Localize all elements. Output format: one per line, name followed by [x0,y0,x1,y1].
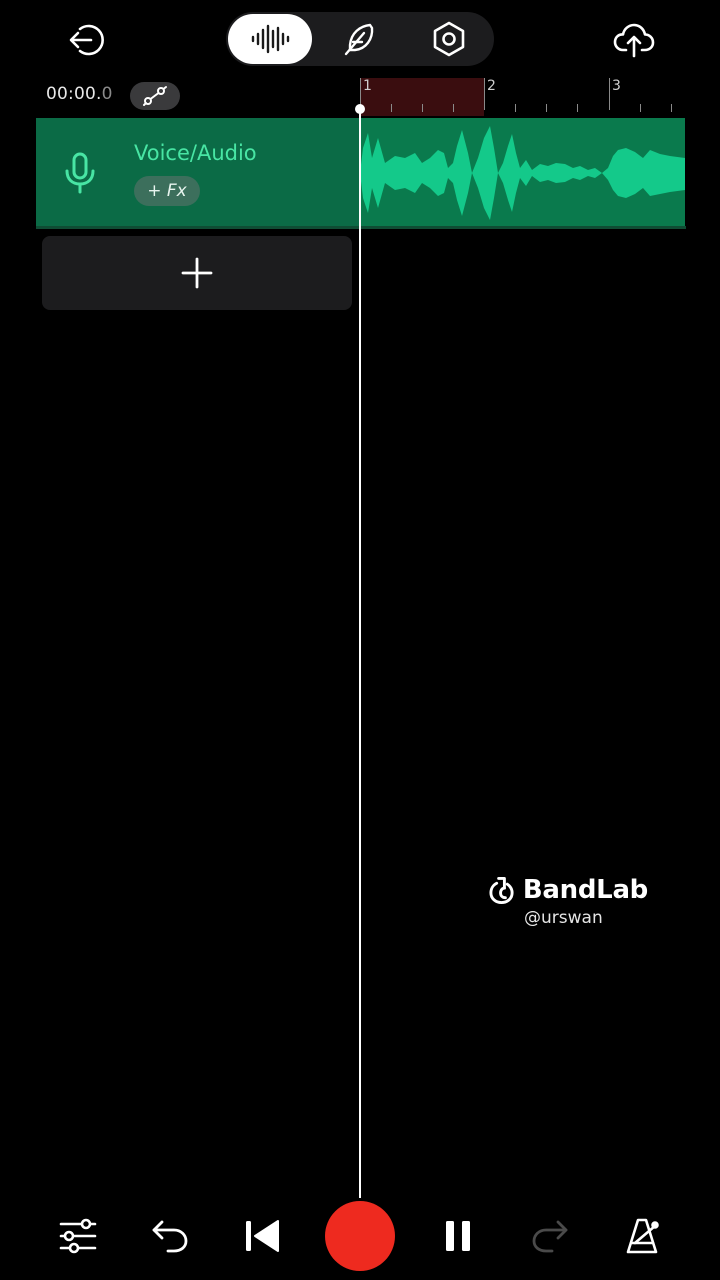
ruler-tick [577,104,578,112]
exit-icon [69,24,104,56]
plus-icon [181,257,213,289]
gear-icon [433,21,465,57]
bar-number: 3 [612,78,621,94]
bandlab-logo-icon [489,876,514,904]
bandlab-watermark: BandLab [488,874,648,906]
pause-button[interactable] [428,1206,488,1266]
timecode-display: 00:00.0 [46,84,113,104]
sliders-icon [59,1218,97,1254]
playhead-handle[interactable] [355,104,365,114]
waveform-icon [251,24,290,54]
automation-icon [143,86,167,106]
add-track-button[interactable] [42,236,352,310]
ruler-tick [422,104,423,112]
mixer-button[interactable] [48,1206,108,1266]
ruler-tick [546,104,547,112]
ruler-tick [484,78,485,110]
cloud-upload-icon [613,23,655,58]
track-divider [36,226,686,229]
timecode-fraction: 0 [101,84,113,104]
pause-icon [446,1221,470,1251]
undo-icon [152,1220,188,1253]
ruler-tick [453,104,454,112]
tab-tracks[interactable] [228,14,312,64]
add-fx-button[interactable]: + Fx [134,176,200,206]
ruler-tick [391,104,392,112]
skip-back-button[interactable] [232,1206,292,1266]
watermark-user: @urswan [524,908,603,928]
bar-number: 2 [487,78,496,94]
upload-button[interactable] [608,14,660,66]
track-name: Voice/Audio [134,141,257,165]
skip-to-start-icon [246,1220,279,1252]
redo-button[interactable] [520,1206,580,1266]
ruler-tick [640,104,641,112]
watermark-brand: BandLab [522,875,648,905]
audio-region[interactable] [360,118,685,228]
record-button[interactable] [325,1201,395,1271]
ruler-tick [609,78,610,110]
automation-button[interactable] [130,82,180,110]
timecode-main: 00:00. [46,84,102,104]
ruler-tick [671,104,672,112]
metronome-button[interactable] [612,1206,672,1266]
undo-button[interactable] [140,1206,200,1266]
tab-settings[interactable] [424,14,474,64]
redo-icon [532,1220,568,1253]
ruler-tick [515,104,516,112]
metronome-icon [626,1218,659,1254]
audio-waveform [360,126,685,220]
feather-icon [344,23,374,56]
playhead[interactable] [359,108,361,1198]
bar-number: 1 [363,78,372,94]
microphone-icon [58,146,102,200]
tab-lyrics[interactable] [334,14,384,64]
exit-button[interactable] [60,14,112,66]
